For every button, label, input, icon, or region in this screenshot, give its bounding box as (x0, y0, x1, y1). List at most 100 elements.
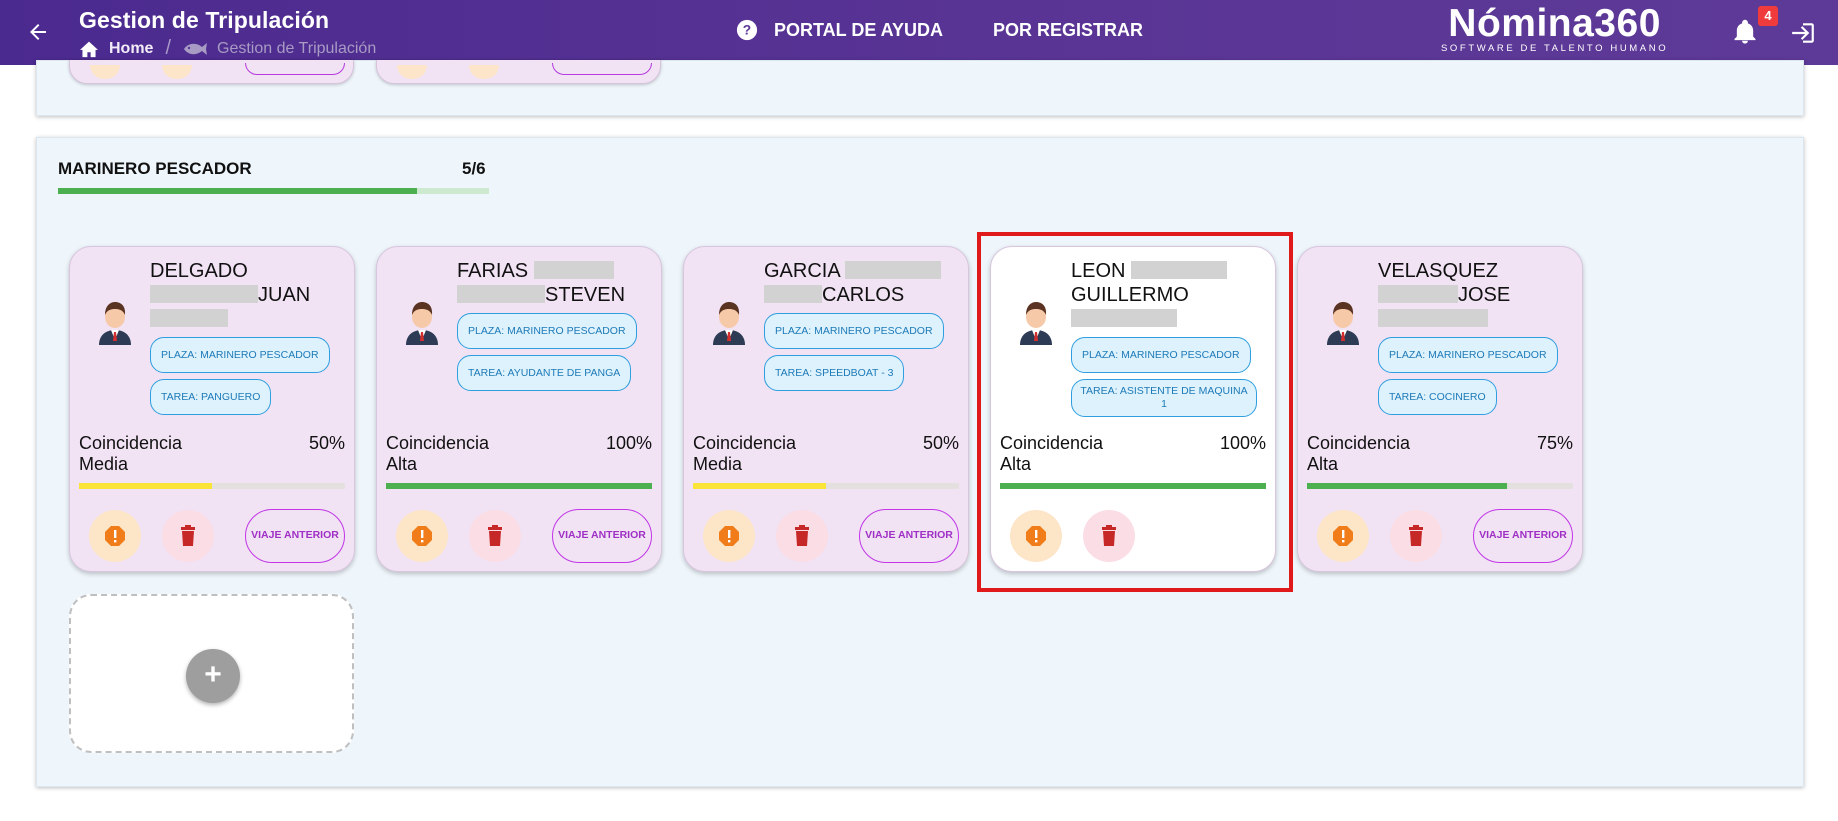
match-bar-fill (386, 483, 652, 489)
last-name: VELASQUEZ (1378, 260, 1499, 282)
brand-tagline: SOFTWARE DE TALENTO HUMANO (1441, 43, 1669, 54)
section-progress-fill (58, 188, 418, 194)
match-bar (386, 483, 652, 489)
avatar (1323, 295, 1363, 345)
match-bar (1307, 483, 1573, 489)
partial-card-delete (162, 65, 192, 79)
crew-name: GARCIA CARLOS PLAZA: MARINERO PESCADOR TAR… (764, 259, 954, 391)
title-block: Gestion de Tripulación Home / Gestion de… (79, 7, 376, 60)
partial-card (376, 60, 661, 84)
match-bar (693, 483, 959, 489)
svg-text:?: ? (743, 23, 751, 38)
redacted-text (150, 285, 258, 303)
first-name: STEVEN (545, 284, 626, 306)
first-name: JOSE (1458, 284, 1511, 306)
match-label: Coincidencia Alta (386, 433, 489, 475)
match-label-title: Coincidencia (79, 433, 183, 453)
bell-icon[interactable] (1731, 18, 1759, 46)
tags: PLAZA: MARINERO PESCADOR TAREA: COCINERO (1378, 337, 1568, 415)
match-label-title: Coincidencia (693, 433, 797, 453)
add-button[interactable]: + (186, 649, 240, 703)
task-tag: TAREA: AYUDANTE DE PANGA (457, 355, 632, 391)
avatar (95, 295, 135, 345)
last-name: GARCIA (764, 260, 840, 282)
add-crew-card[interactable]: + (69, 594, 354, 753)
brand-logo: Nómina360 SOFTWARE DE TALENTO HUMANO (1441, 2, 1668, 54)
crew-card[interactable]: VELASQUEZ JOSE PLAZA: MARINERO PESCADOR TAR… (1297, 246, 1583, 572)
redacted-text (764, 285, 822, 303)
last-name: FARIAS (457, 260, 529, 282)
match-percent: 50% (922, 433, 959, 453)
plaza-tag: PLAZA: MARINERO PESCADOR (1378, 337, 1558, 373)
previous-trip-button[interactable]: VIAJE ANTERIOR (859, 509, 959, 563)
logout-icon[interactable] (1790, 20, 1816, 46)
help-portal-link[interactable]: PORTAL DE AYUDA (774, 20, 943, 41)
tags: PLAZA: MARINERO PESCADOR TAREA: AYUDANTE … (457, 313, 647, 391)
last-name: DELGADO (150, 260, 248, 282)
match-level: Alta (1307, 454, 1339, 474)
redacted-text (1378, 285, 1458, 303)
crew-name: FARIAS STEVEN PLAZA: MARINERO PESCADOR TAR… (457, 259, 647, 391)
crew-card[interactable]: FARIAS STEVEN PLAZA: MARINERO PESCADOR TAR… (376, 246, 662, 572)
back-arrow-icon[interactable] (26, 20, 50, 44)
previous-trip-button[interactable]: VIAJE ANTERIOR (1473, 509, 1573, 563)
crew-card[interactable]: DELGADO JUAN PLAZA: MARINERO PESCADOR TAREA… (69, 246, 355, 572)
task-tag: TAREA: PANGUERO (150, 379, 272, 415)
pending-registration-link[interactable]: POR REGISTRAR (993, 20, 1143, 41)
crew-card[interactable]: GARCIA CARLOS PLAZA: MARINERO PESCADOR TAR… (683, 246, 969, 572)
delete-button[interactable] (162, 510, 214, 562)
partial-card (69, 60, 354, 84)
match-bar (79, 483, 345, 489)
help-circle-icon: ? (736, 19, 758, 41)
partial-card-delete (469, 65, 499, 79)
delete-button[interactable] (469, 510, 521, 562)
first-name: CARLOS (822, 284, 905, 306)
match-label: Coincidencia Alta (1307, 433, 1410, 475)
previous-trip-button[interactable]: VIAJE ANTERIOR (245, 509, 345, 563)
previous-trip-button[interactable]: VIAJE ANTERIOR (552, 509, 652, 563)
top-app-bar: Gestion de Tripulación Home / Gestion de… (0, 0, 1838, 65)
partial-card-warning (397, 65, 427, 79)
partial-card-prev-button[interactable] (552, 63, 652, 75)
breadcrumb: Home / Gestion de Tripulación (79, 37, 376, 60)
plaza-tag: PLAZA: MARINERO PESCADOR (457, 313, 637, 349)
avatar (709, 295, 749, 345)
breadcrumb-current: Gestion de Tripulación (217, 39, 377, 57)
match-percent: 50% (308, 433, 345, 453)
match-label: Coincidencia Media (79, 433, 182, 475)
match-label-title: Coincidencia (1307, 433, 1411, 453)
redacted-text (457, 285, 545, 303)
section-title: MARINERO PESCADOR (58, 159, 252, 178)
redacted-text (1378, 309, 1488, 327)
match-label: Coincidencia Media (693, 433, 796, 475)
section-progress-bar (58, 188, 489, 194)
breadcrumb-home[interactable]: Home (109, 40, 153, 58)
plaza-tag: PLAZA: MARINERO PESCADOR (150, 337, 330, 373)
page-title: Gestion de Tripulación (79, 7, 330, 33)
crew-name: DELGADO JUAN PLAZA: MARINERO PESCADOR TAREA… (150, 259, 340, 415)
match-bar-fill (693, 483, 826, 489)
plaza-tag: PLAZA: MARINERO PESCADOR (764, 313, 944, 349)
delete-button[interactable] (776, 510, 828, 562)
match-percent: 75% (1536, 433, 1573, 453)
match-label-title: Coincidencia (386, 433, 490, 453)
avatar (402, 295, 442, 345)
partial-card-warning (90, 65, 120, 79)
match-level: Alta (386, 454, 418, 474)
delete-button[interactable] (1390, 510, 1442, 562)
redacted-text (150, 309, 228, 327)
warning-button[interactable] (1317, 510, 1369, 562)
top-nav: ? PORTAL DE AYUDA POR REGISTRAR (736, 19, 1143, 41)
warning-button[interactable] (396, 510, 448, 562)
selection-highlight (977, 232, 1293, 592)
home-icon (80, 41, 98, 57)
warning-button[interactable] (89, 510, 141, 562)
tags: PLAZA: MARINERO PESCADOR TAREA: PANGUERO (150, 337, 340, 415)
first-name: JUAN (258, 284, 311, 306)
notification-badge: 4 (1758, 6, 1778, 26)
warning-button[interactable] (703, 510, 755, 562)
section-count: 5/6 (462, 159, 486, 178)
crew-name: VELASQUEZ JOSE PLAZA: MARINERO PESCADOR TAR… (1378, 259, 1568, 415)
partial-card-prev-button[interactable] (245, 63, 345, 75)
match-level: Media (693, 454, 743, 474)
